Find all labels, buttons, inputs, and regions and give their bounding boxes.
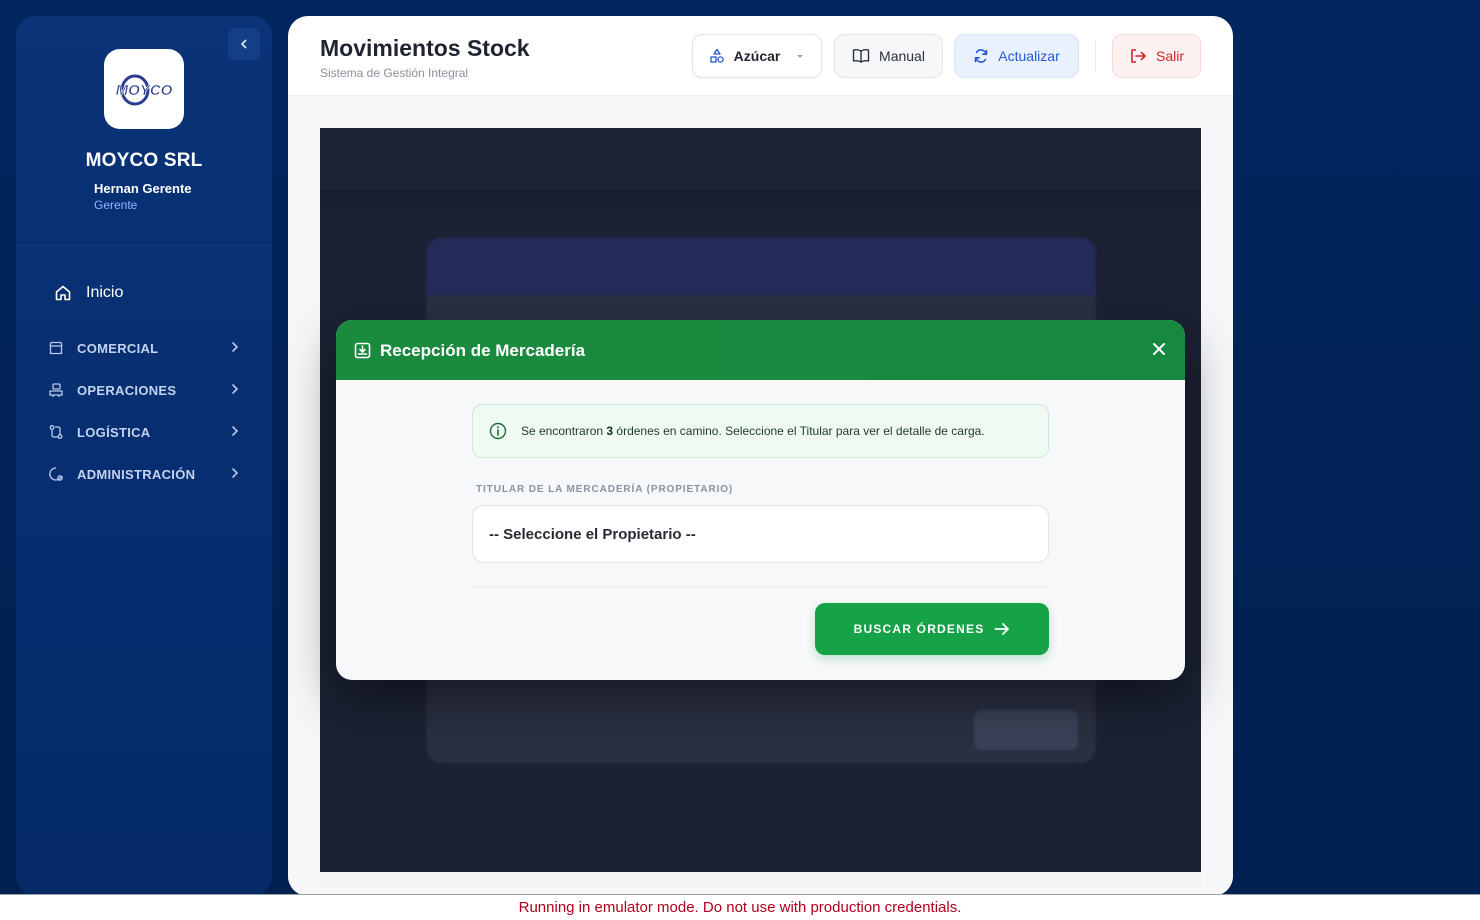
arrow-right-icon <box>995 623 1010 635</box>
search-orders-label: BUSCAR ÓRDENES <box>853 622 985 636</box>
sidebar-item-operaciones[interactable]: OPERACIONES <box>48 378 240 402</box>
owner-field-label: TITULAR DE LA MERCADERÍA (PROPIETARIO) <box>476 484 734 495</box>
sidebar-collapse-button[interactable] <box>228 28 260 60</box>
chevron-right-icon <box>230 341 240 356</box>
operations-icon <box>48 382 64 398</box>
modal-title: Recepción de Mercadería <box>380 341 586 360</box>
sidebar-item-label: OPERACIONES <box>77 382 177 398</box>
refresh-button[interactable]: Actualizar <box>954 34 1079 78</box>
refresh-label: Actualizar <box>998 48 1060 64</box>
reception-modal: Recepción de Mercadería Se encontraron 3… <box>336 320 1185 680</box>
chevron-right-icon <box>230 425 240 440</box>
caret-down-icon <box>797 55 804 58</box>
manual-button[interactable]: Manual <box>834 34 943 78</box>
sidebar-item-label: LOGÍSTICA <box>77 424 151 440</box>
sidebar-item-label: Inicio <box>86 284 124 301</box>
home-icon <box>55 285 71 301</box>
moyco-logo-icon: MOYCO <box>115 74 173 106</box>
product-selector-label: Azúcar <box>733 48 781 64</box>
chevron-right-icon <box>230 467 240 482</box>
sidebar-item-label: COMERCIAL <box>77 340 159 356</box>
sidebar-item-inicio[interactable]: Inicio <box>54 284 123 302</box>
store-icon <box>48 340 64 356</box>
chevron-right-icon <box>230 383 240 398</box>
company-name: MOYCO SRL <box>85 150 203 171</box>
sidebar-item-comercial[interactable]: COMERCIAL <box>48 336 240 360</box>
sidebar-divider <box>16 245 272 246</box>
info-message: Se encontraron 3 órdenes en camino. Sele… <box>521 424 985 438</box>
sidebar-item-administracion[interactable]: ADMINISTRACIÓN <box>48 462 240 486</box>
user-role: Gerente <box>94 198 138 212</box>
manual-label: Manual <box>879 48 925 64</box>
background-modal-button <box>974 710 1078 750</box>
admin-gear-icon <box>48 466 64 482</box>
inbox-download-icon <box>354 342 371 359</box>
header-separator <box>1095 40 1096 72</box>
shapes-icon <box>710 48 724 63</box>
refresh-icon <box>974 49 988 63</box>
book-open-icon <box>852 48 870 63</box>
owner-select[interactable]: -- Seleccione el Propietario -- <box>472 505 1049 563</box>
route-icon <box>48 424 64 440</box>
modal-divider <box>472 586 1049 587</box>
search-orders-button[interactable]: BUSCAR ÓRDENES <box>815 603 1049 655</box>
modal-close-button[interactable] <box>1148 338 1170 360</box>
sidebar-item-label: ADMINISTRACIÓN <box>77 466 196 482</box>
sidebar-item-logistica[interactable]: LOGÍSTICA <box>48 420 240 444</box>
product-selector-button[interactable]: Azúcar <box>692 34 822 78</box>
page-header: Movimientos Stock Sistema de Gestión Int… <box>288 16 1233 96</box>
app-root: MOYCO MOYCO SRL Hernan Gerente Gerente I… <box>0 0 1480 920</box>
close-icon <box>1153 343 1165 355</box>
modal-header: Recepción de Mercadería <box>336 320 1185 380</box>
page-title: Movimientos Stock <box>320 35 530 61</box>
company-logo: MOYCO <box>104 49 184 129</box>
chevron-left-icon <box>241 39 247 49</box>
content-footer-strip <box>320 872 1201 896</box>
logout-icon <box>1131 49 1146 63</box>
info-alert: Se encontraron 3 órdenes en camino. Sele… <box>472 404 1049 458</box>
user-name: Hernan Gerente <box>94 181 192 196</box>
logout-label: Salir <box>1155 48 1184 64</box>
sidebar: MOYCO MOYCO SRL Hernan Gerente Gerente I… <box>16 16 272 896</box>
svg-text:MOYCO: MOYCO <box>116 82 173 99</box>
backdrop-toolbar <box>320 128 1201 208</box>
page-subtitle: Sistema de Gestión Integral <box>320 66 469 80</box>
emulator-notice: Running in emulator mode. Do not use wit… <box>0 894 1480 920</box>
background-modal-header <box>426 238 1096 296</box>
info-icon <box>489 422 507 440</box>
logout-button[interactable]: Salir <box>1112 34 1201 78</box>
